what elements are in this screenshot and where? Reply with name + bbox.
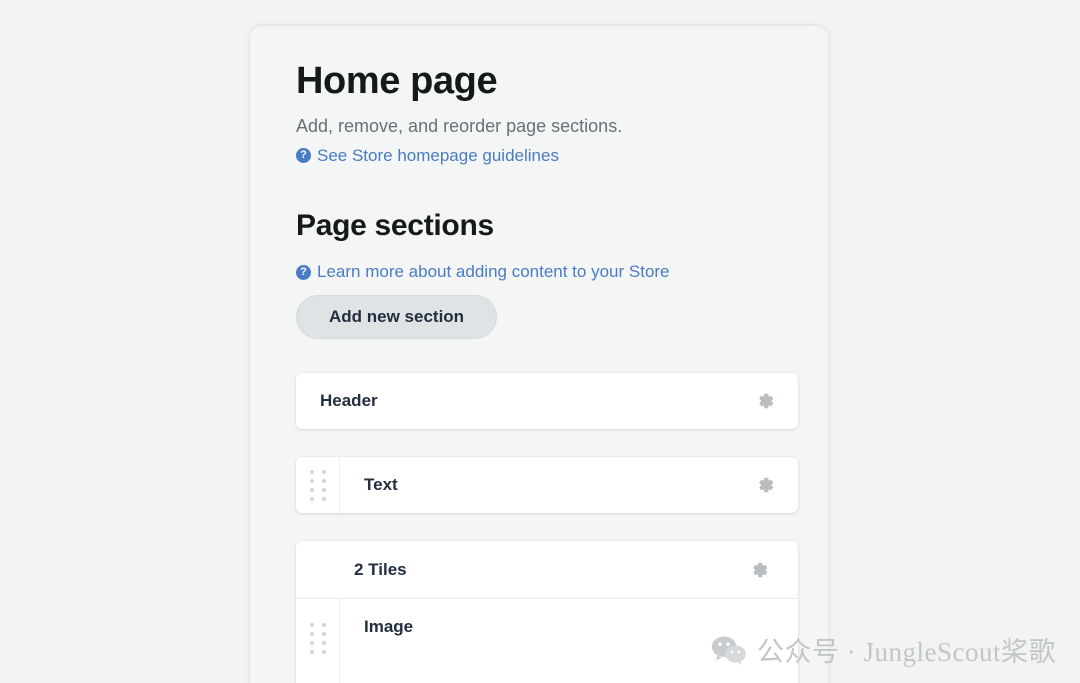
panel-content: Home page Add, remove, and reorder page … — [296, 60, 798, 683]
drag-handle-icon[interactable] — [309, 623, 326, 655]
help-circle-icon: ? — [296, 264, 311, 280]
add-new-section-button[interactable]: Add new section — [296, 295, 498, 340]
page-sections-heading: Page sections — [296, 209, 494, 243]
store-builder-panel: Home page Add, remove, and reorder page … — [250, 26, 828, 683]
drag-gutter — [296, 599, 340, 683]
nested-section-image[interactable]: Image — [296, 599, 798, 683]
section-card-body: Header — [296, 373, 798, 429]
guidelines-link-label: See Store homepage guidelines — [317, 145, 559, 165]
gear-icon[interactable] — [748, 559, 770, 581]
nested-card-body: Image — [340, 599, 798, 683]
section-card-2-tiles[interactable]: 2 Tiles Image — [296, 541, 798, 683]
section-label: Header — [320, 391, 378, 411]
drag-gutter — [296, 457, 340, 514]
section-card-body: Text — [340, 457, 798, 513]
section-row: Header — [296, 373, 798, 429]
page-title: Home page — [296, 60, 498, 102]
section-row: 2 Tiles — [296, 541, 798, 600]
section-card-header[interactable]: Header — [296, 373, 798, 430]
gear-icon[interactable] — [754, 474, 776, 496]
section-row: Text — [340, 457, 798, 513]
help-circle-icon: ? — [296, 148, 311, 164]
section-label: Text — [364, 475, 398, 495]
gear-icon[interactable] — [754, 390, 776, 412]
section-row: Image — [340, 599, 798, 637]
section-label: Image — [364, 617, 414, 637]
drag-handle-icon[interactable] — [309, 469, 326, 501]
learn-more-link-label: Learn more about adding content to your … — [317, 262, 670, 282]
page-subtitle: Add, remove, and reorder page sections. — [296, 115, 623, 136]
see-store-homepage-guidelines-link[interactable]: ? See Store homepage guidelines — [296, 145, 798, 167]
learn-more-adding-content-link[interactable]: ? Learn more about adding content to you… — [296, 261, 798, 283]
section-card-text[interactable]: Text — [296, 457, 798, 514]
page-sections-list: Header Text 2 Tiles Image — [296, 373, 798, 683]
section-label: 2 Tiles — [354, 559, 407, 579]
